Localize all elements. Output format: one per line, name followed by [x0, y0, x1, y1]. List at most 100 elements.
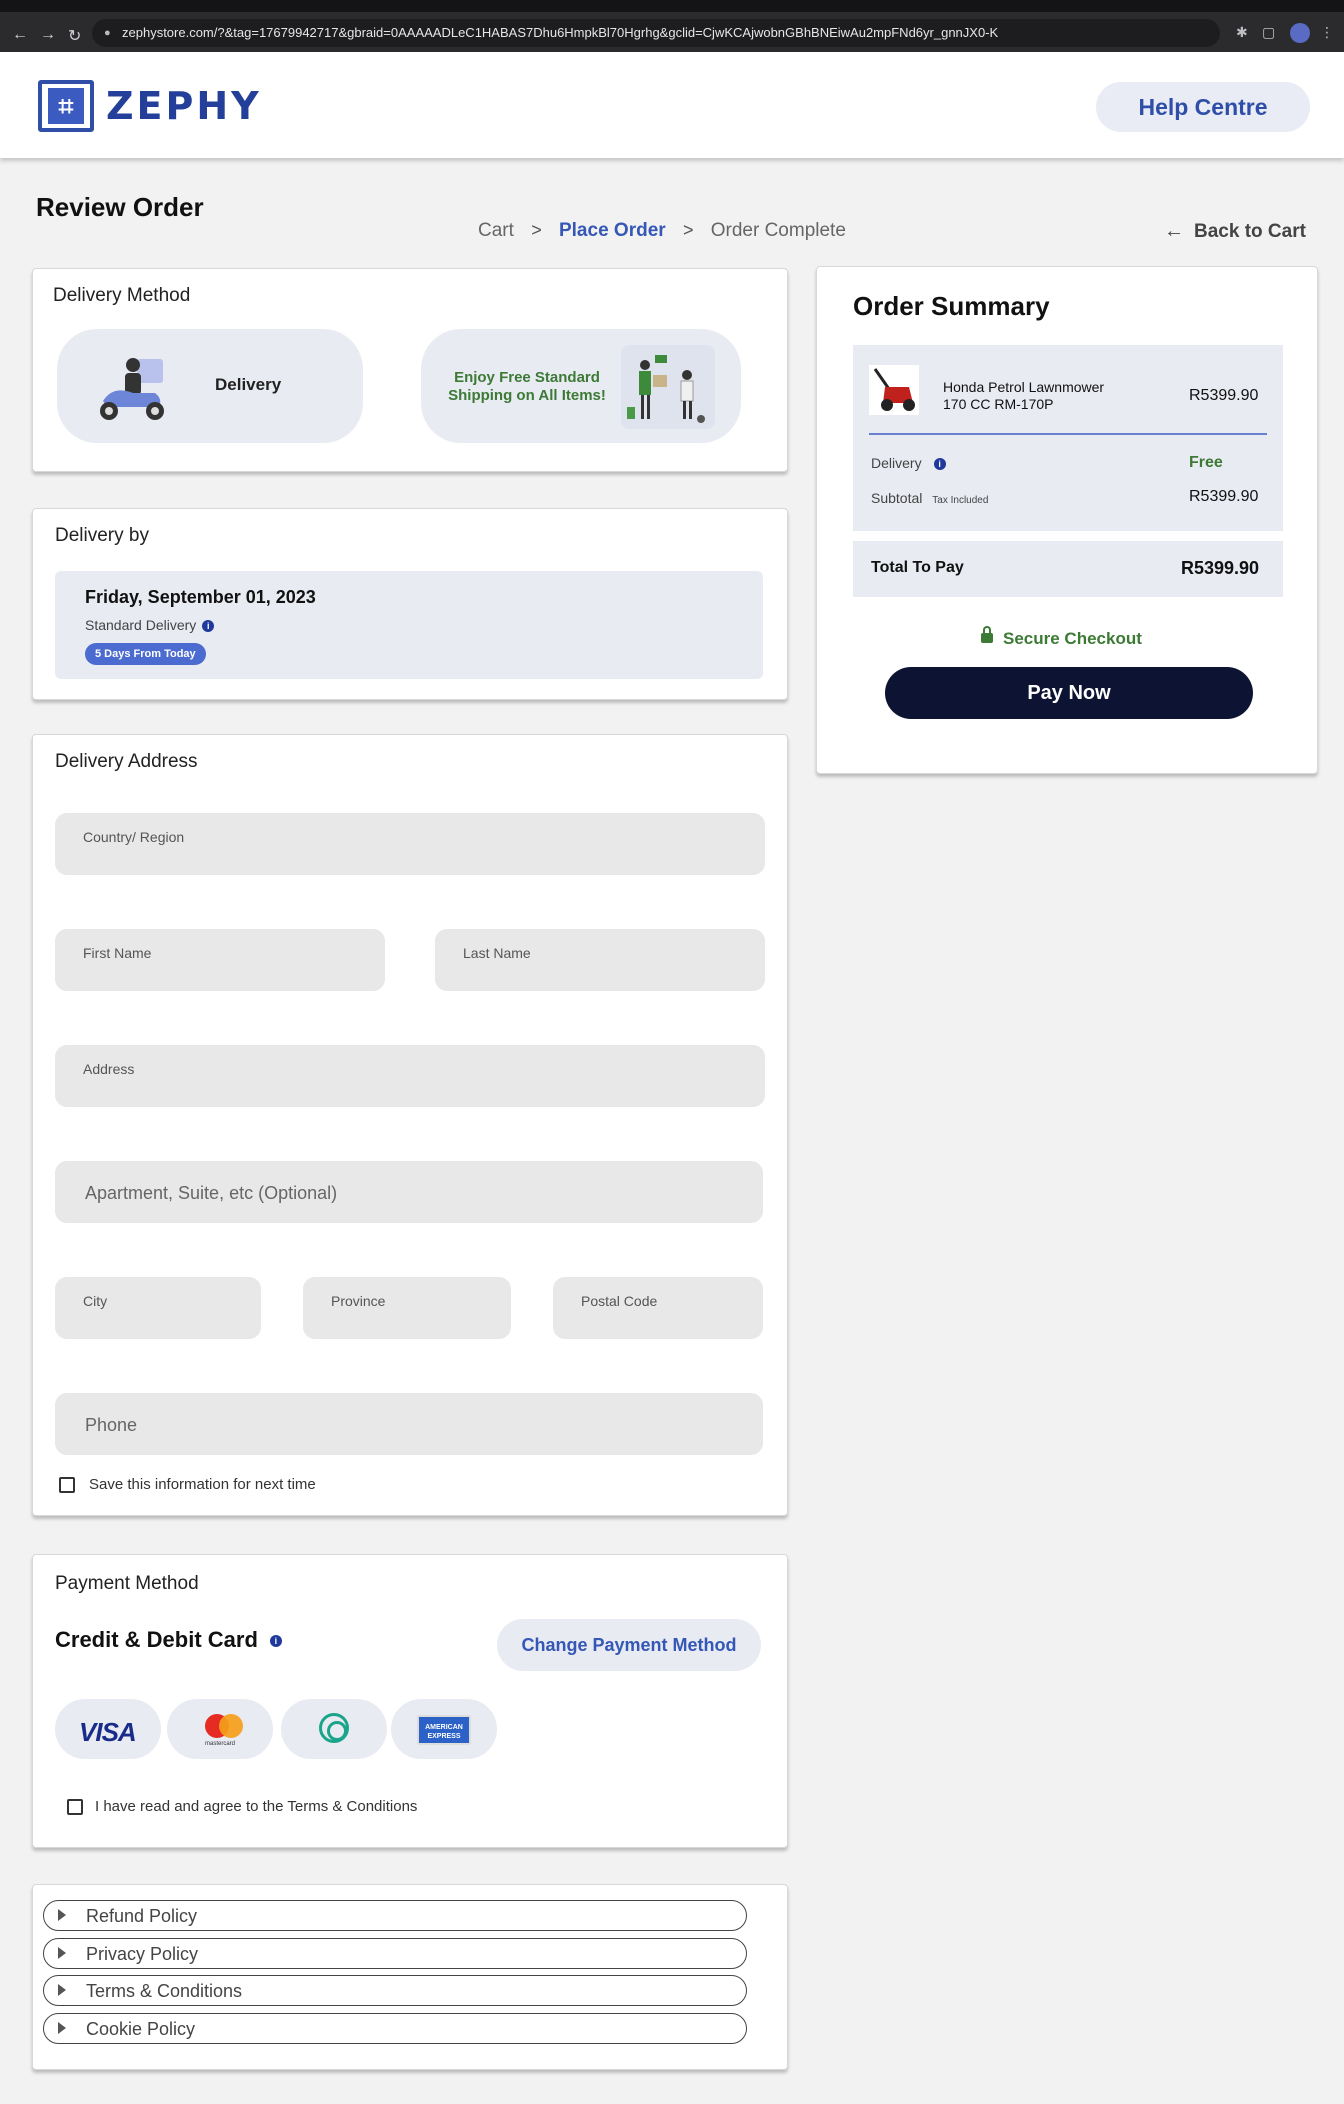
country-region-label: Country/ Region [83, 829, 185, 845]
delivery-address-card: Delivery Address Country/ Region First N… [32, 734, 788, 1516]
phone-field[interactable]: Phone [55, 1393, 763, 1455]
delivery-date: Friday, September 01, 2023 [85, 587, 316, 607]
chevron-right-icon: > [531, 220, 542, 240]
contactless-logo [319, 1713, 349, 1743]
url-text: zephystore.com/?&tag=17679942717&gbraid=… [122, 25, 999, 40]
eta-badge: 5 Days From Today [85, 643, 206, 665]
terms-agree-label: I have read and agree to the Terms & Con… [95, 1798, 418, 1815]
address-bar[interactable]: ● zephystore.com/?&tag=17679942717&gbrai… [92, 19, 1220, 47]
divider [869, 433, 1267, 435]
terms-conditions-toggle[interactable]: Terms & Conditions [43, 1975, 747, 2006]
city-label: City [83, 1293, 108, 1309]
delivery-option[interactable]: Delivery [57, 329, 363, 443]
breadcrumb-cart[interactable]: Cart [478, 220, 514, 241]
first-name-label: First Name [83, 945, 152, 961]
delivery-by-card: Delivery by Friday, September 01, 2023 S… [32, 508, 788, 700]
browser-toolbar: ← → ↻ ● zephystore.com/?&tag=17679942717… [0, 0, 1344, 52]
amex-logo: AMERICAN EXPRESS [417, 1715, 471, 1745]
page-title: Review Order [36, 192, 204, 222]
mastercard-option: mastercard [167, 1699, 273, 1759]
apartment-field[interactable]: Apartment, Suite, etc (Optional) [55, 1161, 763, 1223]
order-summary-title: Order Summary [853, 291, 1050, 321]
delivery-method-card: Delivery Method Delivery Enjoy Free Stan… [32, 268, 788, 472]
terms-agree-checkbox[interactable] [67, 1799, 83, 1815]
total-box: Total To Pay R5399.90 [853, 541, 1283, 597]
secure-checkout: Secure Checkout [981, 626, 1142, 649]
subtotal-row-label: Subtotal Tax Included [871, 490, 989, 506]
zephy-logo[interactable]: ⌗ ZEPHY [38, 76, 262, 136]
postal-code-label: Postal Code [581, 1293, 658, 1309]
save-info-checkbox[interactable] [59, 1477, 75, 1493]
visa-logo: VISA [79, 1717, 137, 1747]
delivery-date-box[interactable]: Friday, September 01, 2023 Standard Deli… [55, 571, 763, 679]
mastercard-text: mastercard [205, 1741, 236, 1747]
postal-code-field[interactable]: Postal Code [553, 1277, 763, 1339]
lawnmower-image [873, 368, 915, 411]
phone-placeholder: Phone [85, 1415, 138, 1435]
province-field[interactable]: Province [303, 1277, 511, 1339]
caret-right-icon [58, 2022, 66, 2034]
back-to-cart-link[interactable]: ← Back to Cart [1164, 220, 1306, 243]
last-name-field[interactable]: Last Name [435, 929, 765, 991]
extensions-icon[interactable]: ✱ [1236, 24, 1248, 41]
back-arrow-icon[interactable]: ← [12, 26, 28, 44]
order-items-box: Honda Petrol Lawnmower 170 CC RM-170P R5… [853, 345, 1283, 531]
scooter-courier-icon [100, 358, 164, 420]
subtotal-value: R5399.90 [1189, 488, 1259, 505]
refund-policy-toggle[interactable]: Refund Policy [43, 1900, 747, 1931]
breadcrumb: Cart > Place Order > Order Complete [478, 220, 846, 242]
reload-icon[interactable]: ↻ [68, 26, 81, 46]
profile-avatar[interactable] [1290, 23, 1310, 43]
cookie-policy-toggle[interactable]: Cookie Policy [43, 2013, 747, 2044]
contactless-option [281, 1699, 387, 1759]
policies-card: Refund Policy Privacy Policy Terms & Con… [32, 1884, 788, 2070]
info-icon[interactable]: i [269, 1635, 282, 1648]
logo-text: ZEPHY [106, 84, 262, 128]
product-name[interactable]: Honda Petrol Lawnmower 170 CC RM-170P [943, 379, 1104, 413]
visa-card-option: VISA [55, 1699, 161, 1759]
delivery-address-title: Delivery Address [55, 751, 198, 772]
arrow-left-icon: ← [1164, 220, 1184, 242]
breadcrumb-place-order: Place Order [558, 220, 666, 241]
free-shipping-text: Enjoy Free Standard Shipping on All Item… [448, 369, 606, 404]
caret-right-icon [58, 1909, 66, 1921]
delivery-method-title: Delivery Method [53, 285, 191, 306]
total-label: Total To Pay [871, 559, 964, 576]
info-icon[interactable]: i [202, 620, 215, 633]
apartment-placeholder: Apartment, Suite, etc (Optional) [85, 1183, 338, 1203]
product-thumbnail[interactable] [869, 365, 919, 415]
back-to-cart-label: Back to Cart [1194, 221, 1306, 242]
info-icon[interactable]: i [933, 458, 946, 471]
lock-icon: ● [104, 27, 111, 39]
privacy-policy-toggle[interactable]: Privacy Policy [43, 1938, 747, 1969]
address-field[interactable]: Address [55, 1045, 765, 1107]
help-centre-button[interactable]: Help Centre [1096, 82, 1310, 132]
last-name-label: Last Name [463, 945, 531, 961]
delivery-type: Standard Delivery i [85, 617, 215, 633]
caret-right-icon [58, 1947, 66, 1959]
payment-method-title: Payment Method [55, 1573, 199, 1594]
address-label: Address [83, 1061, 135, 1077]
save-info-label: Save this information for next time [89, 1476, 316, 1493]
delivery-by-title: Delivery by [55, 525, 149, 546]
logo-mark-icon: ⌗ [38, 76, 102, 136]
site-header: ⌗ ZEPHY Help Centre [0, 52, 1344, 158]
change-payment-method-button[interactable]: Change Payment Method [497, 1619, 761, 1671]
forward-arrow-icon[interactable]: → [40, 26, 56, 44]
country-region-field[interactable]: Country/ Region [55, 813, 765, 875]
first-name-field[interactable]: First Name [55, 929, 385, 991]
chevron-right-icon: > [682, 220, 694, 240]
city-field[interactable]: City [55, 1277, 261, 1339]
delivery-value: Free [1189, 454, 1223, 471]
amex-option: AMERICAN EXPRESS [391, 1699, 497, 1759]
payment-method-name: Credit & Debit Card i [55, 1627, 282, 1653]
menu-dots-icon[interactable]: ⋮ [1320, 24, 1334, 41]
delivery-row-label: Delivery i [871, 455, 946, 471]
total-value: R5399.90 [1181, 558, 1260, 578]
product-price: R5399.90 [1189, 387, 1259, 404]
payment-method-card: Payment Method Credit & Debit Card i Chan… [32, 1554, 788, 1848]
delivery-people-illustration [621, 345, 715, 429]
order-summary-card: Order Summary Honda Petrol Lawnmower 170… [816, 266, 1318, 774]
sidepanel-icon[interactable]: ▢ [1262, 24, 1275, 41]
pay-now-button[interactable]: Pay Now [885, 667, 1253, 719]
